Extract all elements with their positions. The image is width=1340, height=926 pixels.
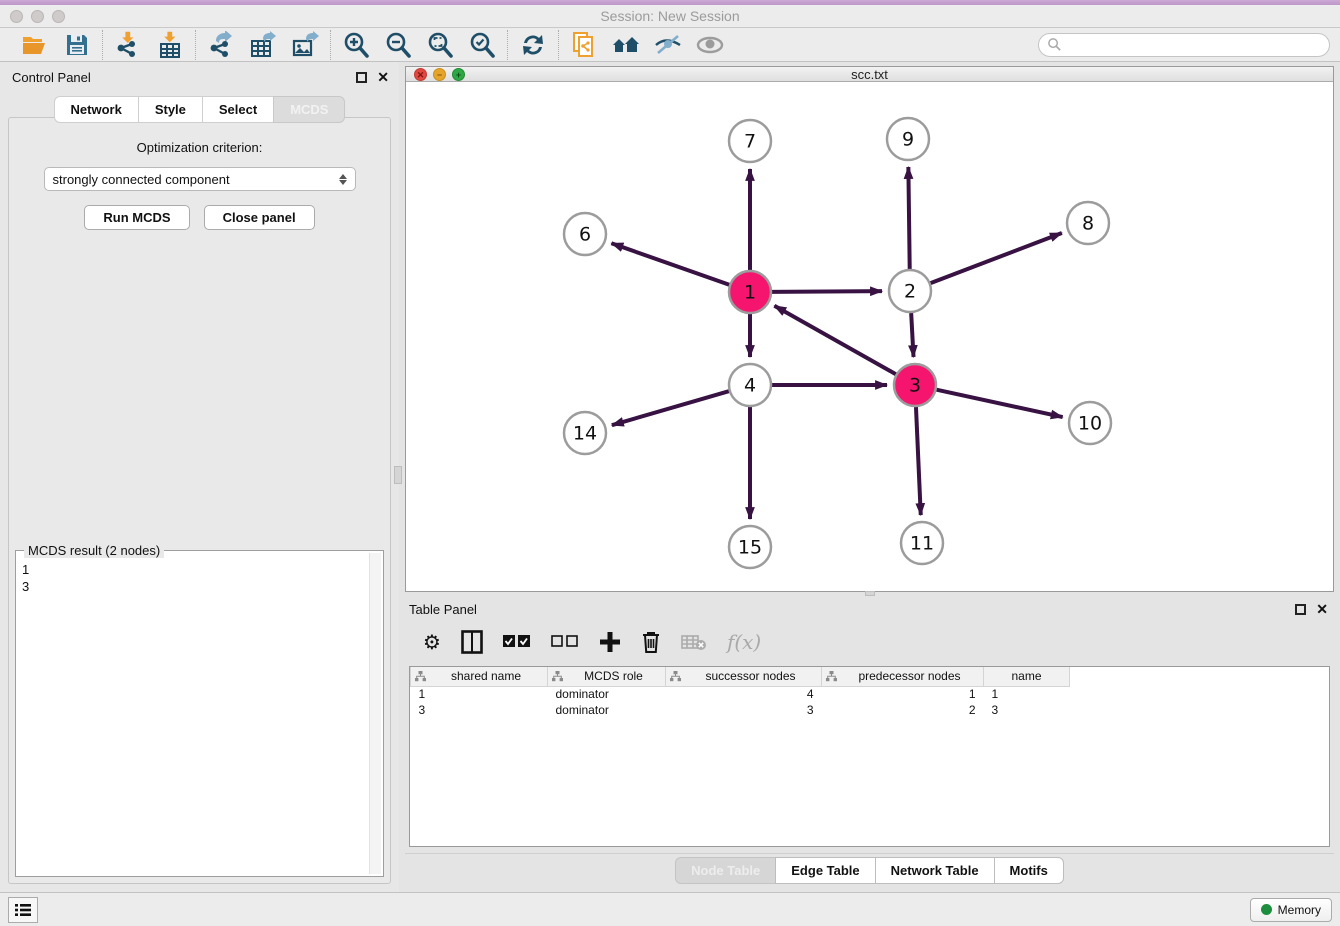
svg-text:11: 11 <box>910 533 934 555</box>
column-header-shared-name[interactable]: shared name <box>411 667 548 686</box>
float-table-panel-icon[interactable] <box>1295 604 1306 615</box>
svg-text:9: 9 <box>902 129 914 151</box>
svg-text:6: 6 <box>579 224 591 246</box>
export-network-icon[interactable] <box>206 31 236 59</box>
save-session-icon[interactable] <box>62 31 92 59</box>
delete-table-icon[interactable] <box>681 633 707 651</box>
run-mcds-button[interactable]: Run MCDS <box>84 205 189 230</box>
result-scrollbar[interactable] <box>369 553 381 874</box>
network-window-titlebar[interactable]: ✕ − + scc.txt <box>406 67 1333 82</box>
hierarchy-icon <box>552 671 563 685</box>
app-titlebar: Session: New Session <box>0 5 1340 28</box>
memory-status-icon <box>1261 904 1272 915</box>
table-toolbar: ⚙ f(x) <box>405 620 1334 664</box>
export-image-icon[interactable] <box>290 31 320 59</box>
zoom-out-icon[interactable] <box>383 31 413 59</box>
duplicate-network-icon[interactable] <box>569 31 599 59</box>
tab-network[interactable]: Network <box>54 96 138 123</box>
hierarchy-icon <box>415 671 426 685</box>
split-columns-icon[interactable] <box>461 630 483 654</box>
panel-splitter-handle[interactable] <box>394 466 402 484</box>
list-icon <box>15 903 31 917</box>
svg-text:1: 1 <box>744 282 756 304</box>
criterion-select[interactable]: strongly connected component <box>44 167 356 191</box>
export-table-icon[interactable] <box>248 31 278 59</box>
mcds-result-title: MCDS result (2 nodes) <box>24 543 164 558</box>
network-window-title: scc.txt <box>406 67 1333 82</box>
network-canvas[interactable]: 7 9 6 8 1 2 4 3 14 10 15 11 <box>406 82 1333 591</box>
table-header-row[interactable]: shared name MCDS role successor nodes pr… <box>411 667 1070 686</box>
tab-mcds[interactable]: MCDS <box>273 96 345 123</box>
first-neighbors-icon[interactable] <box>611 31 641 59</box>
network-graph[interactable]: 7 9 6 8 1 2 4 3 14 10 15 11 <box>406 82 1333 586</box>
network-window: ✕ − + scc.txt 7 9 6 8 1 2 4 3 14 10 15 11 <box>405 66 1334 592</box>
search-icon <box>1047 37 1062 52</box>
svg-text:4: 4 <box>744 375 756 397</box>
zoom-in-icon[interactable] <box>341 31 371 59</box>
clear-checkboxes-icon[interactable] <box>551 635 579 649</box>
mcds-result-text[interactable]: 1 3 <box>22 561 369 874</box>
column-header-predecessor-nodes[interactable]: predecessor nodes <box>822 667 984 686</box>
table-panel: Table Panel ✕ ⚙ <box>405 596 1334 892</box>
svg-text:10: 10 <box>1078 413 1102 435</box>
function-icon[interactable]: f(x) <box>727 630 761 654</box>
select-stepper-icon <box>339 174 347 185</box>
refresh-layout-icon[interactable] <box>518 31 548 59</box>
svg-text:14: 14 <box>573 423 597 445</box>
svg-text:15: 15 <box>738 537 762 559</box>
svg-text:8: 8 <box>1082 213 1094 235</box>
column-header-successor-nodes[interactable]: successor nodes <box>666 667 822 686</box>
mcds-result-group: MCDS result (2 nodes) 1 3 <box>15 550 384 877</box>
tab-motifs[interactable]: Motifs <box>994 857 1064 884</box>
table-tabs: Node Table Edge Table Network Table Moti… <box>405 853 1334 887</box>
close-panel-button[interactable]: Close panel <box>204 205 315 230</box>
tab-edge-table[interactable]: Edge Table <box>775 857 874 884</box>
column-header-mcds-role[interactable]: MCDS role <box>548 667 666 686</box>
memory-button[interactable]: Memory <box>1250 898 1332 922</box>
show-all-icon[interactable] <box>695 31 725 59</box>
hierarchy-icon <box>826 671 837 685</box>
close-panel-icon[interactable]: ✕ <box>377 70 389 84</box>
close-table-panel-icon[interactable]: ✕ <box>1316 602 1328 616</box>
tab-select[interactable]: Select <box>202 96 273 123</box>
zoom-selected-icon[interactable] <box>467 31 497 59</box>
float-panel-icon[interactable] <box>356 72 367 83</box>
svg-text:7: 7 <box>744 131 756 153</box>
column-header-name[interactable]: name <box>984 667 1070 686</box>
control-panel: Control Panel ✕ Network Style Select MCD… <box>0 62 399 892</box>
table-panel-title: Table Panel <box>409 602 477 617</box>
optimization-criterion-label: Optimization criterion: <box>9 140 390 155</box>
node-table[interactable]: shared name MCDS role successor nodes pr… <box>409 666 1330 847</box>
table-row[interactable]: 1 dominator 4 1 1 <box>411 686 1070 702</box>
import-network-icon[interactable] <box>113 31 143 59</box>
delete-column-icon[interactable] <box>641 630 661 654</box>
add-column-icon[interactable] <box>599 631 621 653</box>
status-bar: Memory <box>0 892 1340 926</box>
control-panel-title: Control Panel <box>12 70 91 85</box>
table-row[interactable]: 3 dominator 3 2 3 <box>411 702 1070 718</box>
import-table-icon[interactable] <box>155 31 185 59</box>
tab-node-table[interactable]: Node Table <box>675 857 775 884</box>
search-input[interactable] <box>1038 33 1330 57</box>
task-history-button[interactable] <box>8 897 38 923</box>
tab-network-table[interactable]: Network Table <box>875 857 994 884</box>
mcds-panel-body: Optimization criterion: strongly connect… <box>8 117 391 884</box>
svg-text:2: 2 <box>904 281 916 303</box>
tab-style[interactable]: Style <box>138 96 202 123</box>
app-title: Session: New Session <box>0 8 1340 24</box>
memory-label: Memory <box>1278 903 1321 917</box>
select-all-checkboxes-icon[interactable] <box>503 635 531 649</box>
hierarchy-icon <box>670 671 681 685</box>
svg-text:3: 3 <box>909 375 921 397</box>
main-toolbar <box>0 28 1340 62</box>
gear-icon[interactable]: ⚙ <box>423 630 441 654</box>
hide-selected-icon[interactable] <box>653 31 683 59</box>
zoom-fit-icon[interactable] <box>425 31 455 59</box>
control-panel-tabs: Network Style Select MCDS <box>0 96 399 123</box>
open-session-icon[interactable] <box>20 31 50 59</box>
